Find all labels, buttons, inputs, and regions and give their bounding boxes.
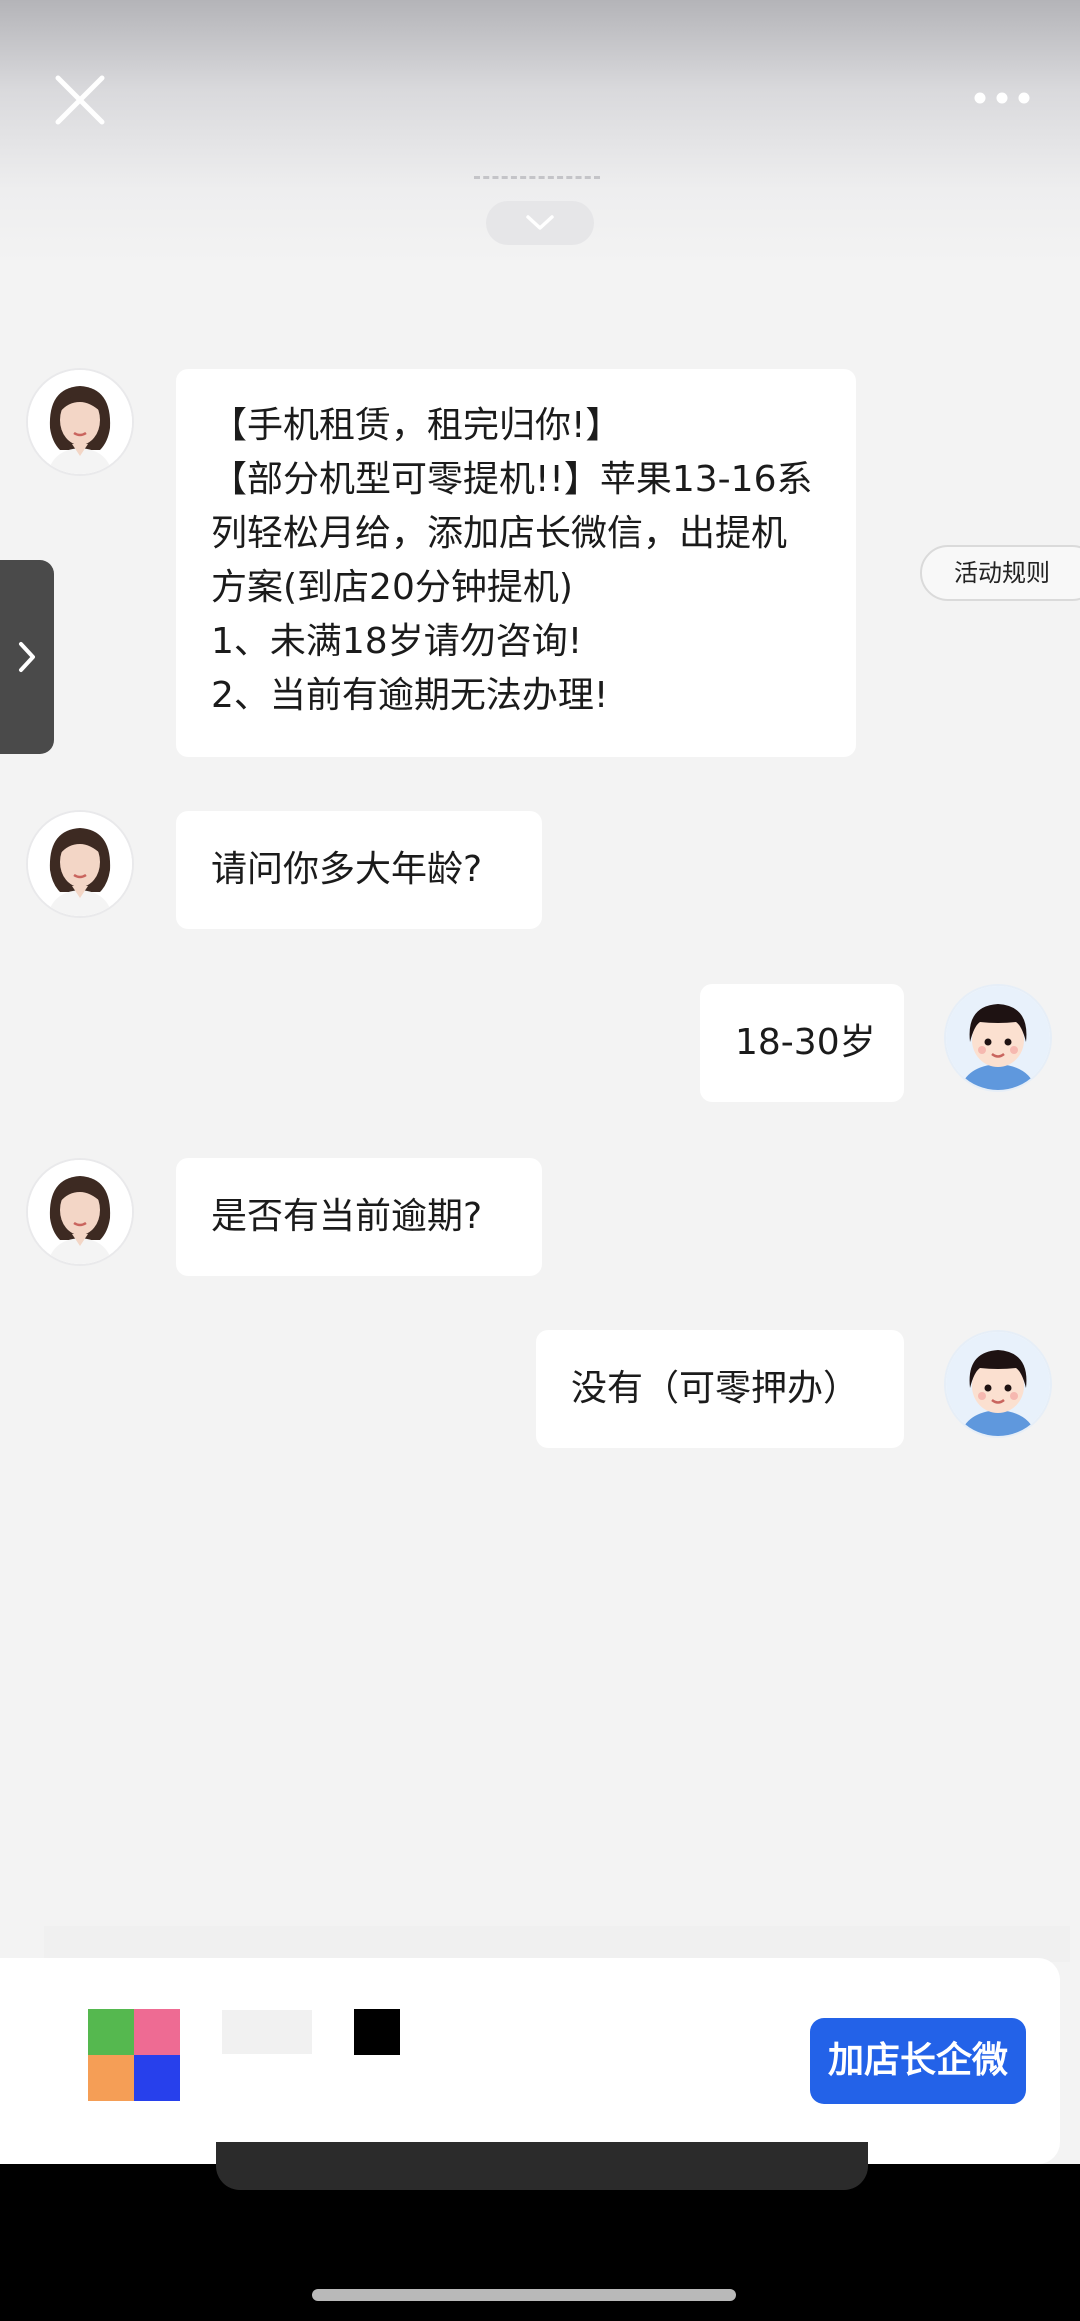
collapse-button[interactable] (486, 201, 594, 245)
more-button[interactable] (966, 80, 1038, 116)
side-drawer-tab[interactable] (0, 560, 54, 754)
close-button[interactable] (52, 72, 108, 128)
more-horizontal-icon (974, 92, 1030, 104)
message-bubble-agent: 【手机租赁，租完归你!】 【部分机型可零提机!!】苹果13-16系 列轻松月给，… (176, 369, 856, 757)
drag-handle[interactable] (474, 176, 600, 179)
agent-avatar-image (28, 1160, 132, 1264)
message-line: 【部分机型可零提机!!】苹果13-16系 (211, 459, 813, 500)
agent-avatar-image (28, 370, 132, 474)
shop-logo (88, 2009, 180, 2101)
message-line: 方案(到店20分钟提机) (211, 567, 573, 608)
home-indicator[interactable] (312, 2289, 736, 2301)
message-text: 18-30岁 (735, 1022, 876, 1063)
activity-rules-button[interactable]: 活动规则 (920, 545, 1080, 601)
message-line: 列轻松月给，添加店长微信，出提机 (211, 513, 788, 554)
chevron-down-icon (526, 215, 554, 230)
logo-tile (88, 2009, 134, 2055)
user-avatar-image (946, 1332, 1050, 1436)
user-avatar (944, 1330, 1052, 1438)
message-text: 请问你多大年龄? (211, 849, 483, 890)
message-line: 【手机租赁，租完归你!】 (211, 405, 622, 446)
logo-tile (134, 2055, 180, 2101)
close-icon (55, 75, 105, 125)
user-avatar-image (946, 986, 1050, 1090)
message-bubble-user: 18-30岁 (700, 984, 904, 1102)
shop-badge (354, 2009, 400, 2055)
agent-avatar (26, 1158, 134, 1266)
logo-tile (134, 2009, 180, 2055)
logo-tile (88, 2055, 134, 2101)
footer-shadow (44, 1926, 1070, 1962)
agent-avatar (26, 368, 134, 476)
shop-name-placeholder (222, 2010, 312, 2054)
message-line: 2、当前有逾期无法办理! (211, 675, 609, 716)
add-manager-wecom-button[interactable]: 加店长企微 (810, 2018, 1026, 2104)
chevron-right-icon (19, 642, 35, 672)
message-text: 是否有当前逾期? (211, 1196, 483, 1237)
message-bubble-agent: 请问你多大年龄? (176, 811, 542, 929)
top-bar (0, 0, 1080, 262)
message-bubble-user: 没有（可零押办） (536, 1330, 904, 1448)
message-text: 没有（可零押办） (571, 1368, 860, 1409)
user-avatar (944, 984, 1052, 1092)
bottom-overlay (216, 2142, 868, 2190)
message-bubble-agent: 是否有当前逾期? (176, 1158, 542, 1276)
agent-avatar (26, 810, 134, 918)
agent-avatar-image (28, 812, 132, 916)
message-line: 1、未满18岁请勿咨询! (211, 621, 583, 662)
